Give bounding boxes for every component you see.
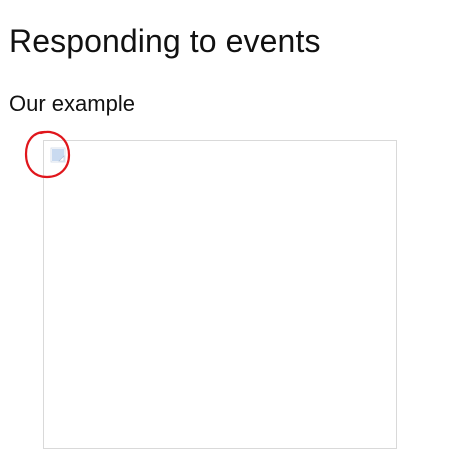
example-frame[interactable] — [43, 140, 397, 449]
page-title: Responding to events — [9, 23, 321, 59]
broken-image-icon — [50, 147, 66, 163]
section-title: Our example — [9, 91, 135, 116]
